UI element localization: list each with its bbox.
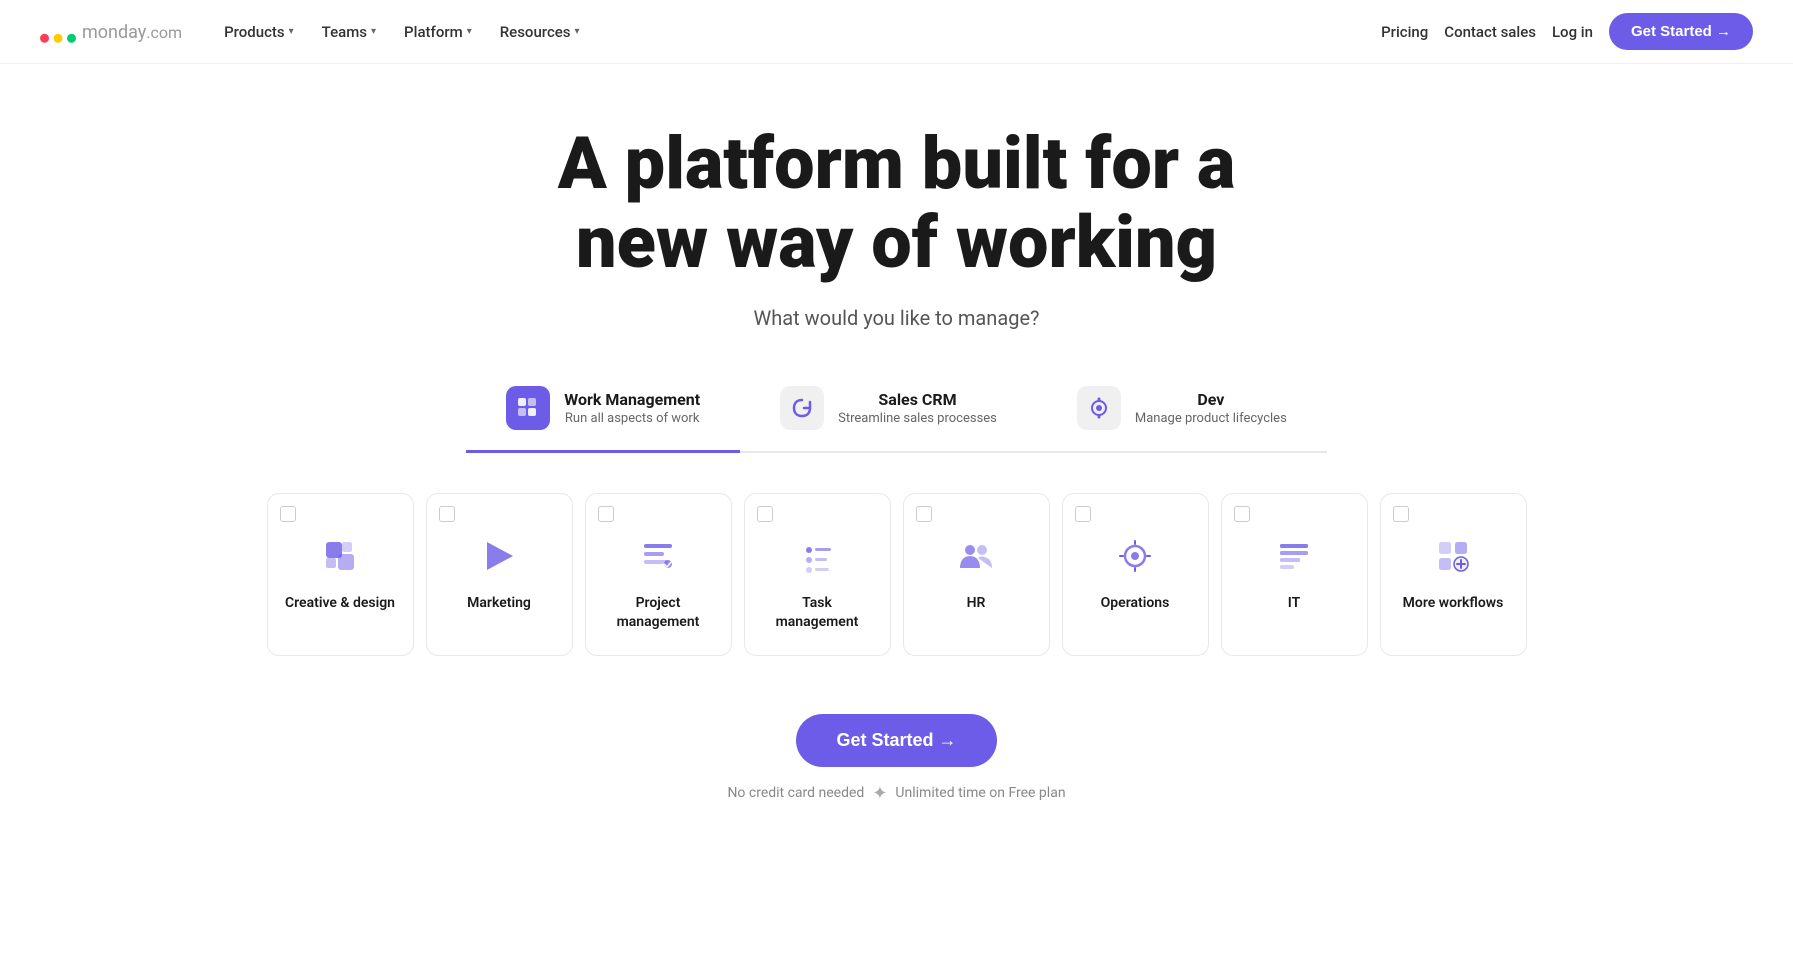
tab-dev-desc: Manage product lifecycles [1135,411,1287,426]
tab-dev-label: Dev [1135,390,1287,409]
tab-crm-desc: Streamline sales processes [838,411,997,426]
chevron-icon: ▾ [289,26,294,37]
hr-icon [950,530,1002,582]
it-icon [1268,530,1320,582]
nav-resources[interactable]: Resources ▾ [490,17,590,47]
nav-get-started-button[interactable]: Get Started → [1609,13,1753,50]
hero-get-started-button[interactable]: Get Started → [796,714,996,767]
nav-teams[interactable]: Teams ▾ [312,17,386,47]
chevron-icon: ▾ [371,26,376,37]
hero-subtitle: What would you like to manage? [754,306,1040,330]
tab-work-label: Work Management [564,390,700,409]
hero-section: A platform built for a new way of workin… [0,64,1793,884]
product-tabs: Work Management Run all aspects of work … [466,370,1327,453]
card-checkbox [1234,506,1250,522]
card-operations[interactable]: Operations [1062,493,1209,655]
tab-work-management[interactable]: Work Management Run all aspects of work [466,370,740,453]
card-checkbox [280,506,296,522]
logo-wordmark: monday.com [82,19,182,44]
card-label: IT [1288,594,1300,612]
tab-crm-label: Sales CRM [838,390,997,409]
nav-contact-sales[interactable]: Contact sales [1444,23,1536,41]
card-checkbox [439,506,455,522]
logo-svg [40,20,76,44]
tab-dev[interactable]: Dev Manage product lifecycles [1037,370,1327,453]
nav-left: monday.com Products ▾ Teams ▾ Platform ▾… [40,17,590,47]
sales-crm-icon [780,386,824,430]
creative-design-icon [314,530,366,582]
more-workflows-icon [1427,530,1479,582]
card-checkbox [598,506,614,522]
navbar: monday.com Products ▾ Teams ▾ Platform ▾… [0,0,1793,64]
card-more-workflows[interactable]: More workflows [1380,493,1527,655]
nav-right: Pricing Contact sales Log in Get Started… [1381,13,1753,50]
nav-platform[interactable]: Platform ▾ [394,17,482,47]
hero-title: A platform built for a new way of workin… [558,124,1236,282]
card-creative-design[interactable]: Creative & design [267,493,414,655]
chevron-icon: ▾ [575,26,580,37]
cta-section: Get Started → No credit card needed ✦ Un… [707,704,1085,844]
separator-icon: ✦ [872,783,887,804]
nav-products[interactable]: Products ▾ [214,17,304,47]
card-hr[interactable]: HR [903,493,1050,655]
card-label: Task management [761,594,874,630]
card-label: Creative & design [285,594,395,612]
project-management-icon [632,530,684,582]
card-checkbox [1393,506,1409,522]
tab-work-desc: Run all aspects of work [564,411,700,426]
card-label: HR [967,594,986,612]
tab-sales-crm[interactable]: Sales CRM Streamline sales processes [740,370,1037,453]
card-label: Marketing [467,594,531,612]
workflow-cards: Creative & design Marketing [247,493,1547,703]
card-label: Operations [1101,594,1170,612]
card-project-management[interactable]: Project management [585,493,732,655]
dev-icon [1077,386,1121,430]
card-task-management[interactable]: Task management [744,493,891,655]
marketing-icon [473,530,525,582]
card-checkbox [1075,506,1091,522]
nav-links: Products ▾ Teams ▾ Platform ▾ Resources … [214,17,589,47]
card-label: Project management [602,594,715,630]
card-it[interactable]: IT [1221,493,1368,655]
card-checkbox [916,506,932,522]
nav-login[interactable]: Log in [1552,23,1593,41]
operations-icon [1109,530,1161,582]
work-management-icon [506,386,550,430]
card-marketing[interactable]: Marketing [426,493,573,655]
card-checkbox [757,506,773,522]
cta-note: No credit card needed ✦ Unlimited time o… [727,783,1065,804]
logo[interactable]: monday.com [40,19,182,44]
card-label: More workflows [1403,594,1504,612]
nav-pricing[interactable]: Pricing [1381,23,1428,41]
chevron-icon: ▾ [467,26,472,37]
task-management-icon [791,530,843,582]
